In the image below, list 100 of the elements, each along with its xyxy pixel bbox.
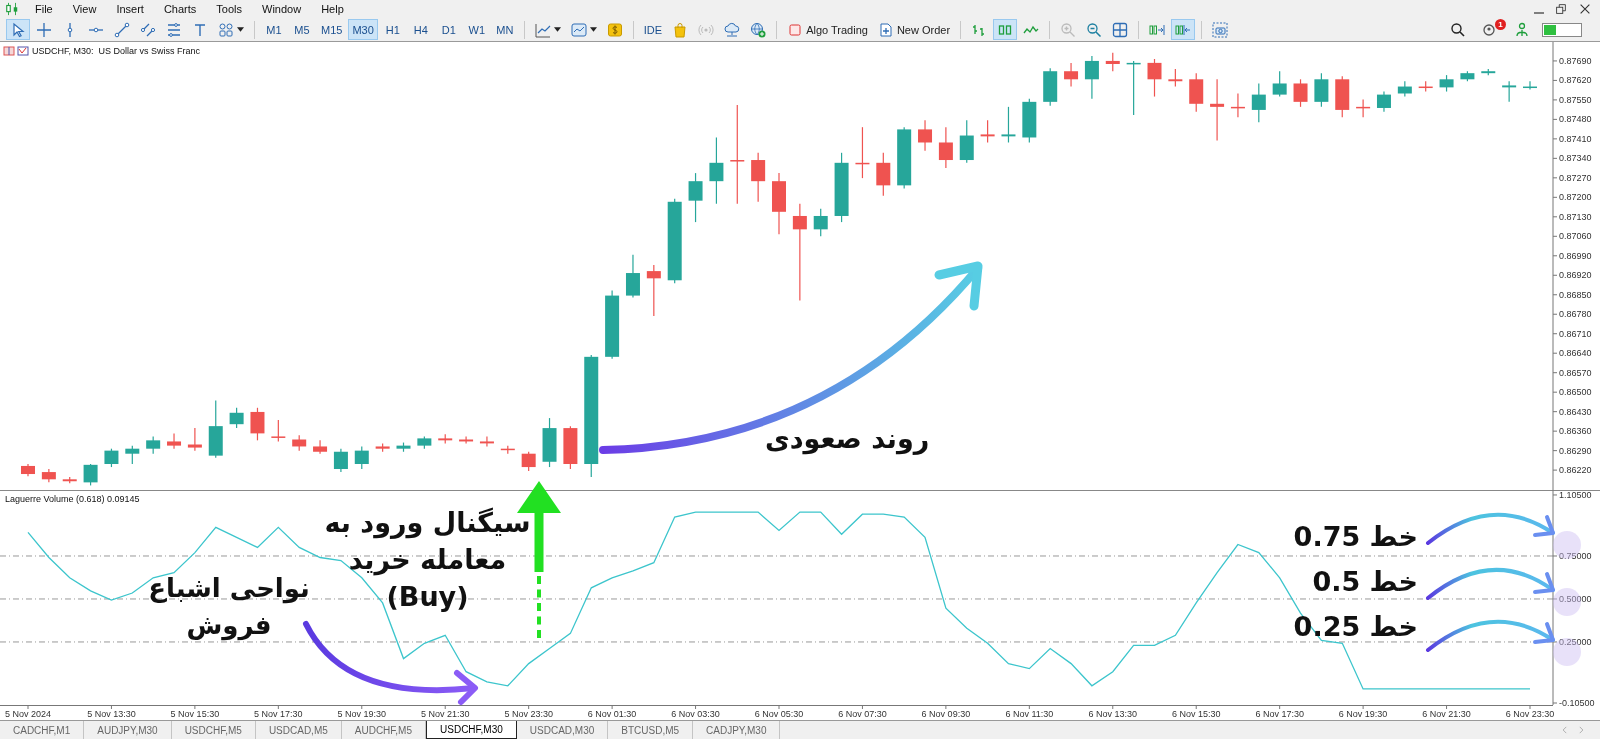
axis-label: 0.50000 (1559, 594, 1592, 604)
axis-label: 5 Nov 2024 (5, 709, 51, 719)
axis-label: 5 Nov 19:30 (337, 709, 387, 719)
timeframe-button[interactable]: W1 (463, 19, 490, 40)
axis-label: 0.87060 (1559, 231, 1592, 242)
menu-item[interactable]: Insert (106, 3, 154, 15)
cursor-icon (10, 21, 26, 38)
axis-label: 5 Nov 23:30 (504, 709, 553, 719)
axis-label: 6 Nov 01:30 (587, 709, 637, 719)
new-order-button[interactable]: New Order (873, 19, 955, 40)
candle (21, 463, 35, 477)
candle (855, 126, 870, 179)
connection-meter-icon (1542, 22, 1582, 37)
channel-icon (140, 21, 156, 38)
axis-label: 0.87480 (1559, 114, 1592, 125)
candle (1189, 72, 1204, 113)
candle (438, 433, 453, 444)
candle (146, 435, 161, 455)
menu-item[interactable]: Help (311, 3, 354, 15)
document-plus-icon (877, 21, 894, 38)
coin-icon (606, 21, 623, 38)
candle (688, 172, 703, 223)
axis-label: 6 Nov 23:30 (1505, 709, 1555, 719)
candle (125, 445, 140, 465)
menu-item[interactable]: Charts (153, 3, 207, 15)
zoom-out-icon (1086, 21, 1103, 38)
axis-label: 6 Nov 05:30 (754, 709, 804, 719)
candle (1210, 78, 1225, 142)
candle (938, 126, 953, 169)
account-icon (1514, 21, 1530, 38)
chart-tab[interactable]: USDCHF,M30 (426, 721, 517, 739)
timeframe-button[interactable]: H4 (407, 19, 434, 40)
candle (1230, 92, 1245, 118)
cloud-icon (724, 21, 741, 38)
axis-label: 5 Nov 13:30 (87, 709, 136, 719)
candle (1439, 74, 1454, 93)
axis-label: 6 Nov 15:30 (1171, 709, 1221, 719)
candle (772, 172, 786, 235)
chart-icon (17, 46, 29, 56)
candle (375, 442, 390, 453)
candle (959, 119, 974, 164)
cursor-button[interactable] (6, 19, 30, 40)
menu-item[interactable]: View (62, 3, 107, 15)
candle (1523, 80, 1537, 91)
stop-square-icon (787, 21, 804, 38)
menu-item[interactable]: Tools (206, 3, 252, 15)
candle (62, 476, 77, 484)
candle (1022, 98, 1037, 144)
chart-shift-button[interactable] (1171, 19, 1196, 40)
candle (1064, 62, 1079, 88)
timeframe-button[interactable]: MN (491, 19, 518, 40)
candle (1105, 52, 1120, 72)
candle (521, 451, 536, 472)
menu-item[interactable]: File (25, 3, 63, 15)
menu-item[interactable]: Window (252, 3, 312, 15)
ide-button[interactable]: IDE (639, 19, 667, 40)
candlestick-button[interactable] (993, 19, 1018, 40)
axis-label: 6 Nov 21:30 (1422, 709, 1471, 719)
caret-icon (553, 27, 561, 32)
timeframe-button[interactable]: D1 (435, 19, 462, 40)
axis-label: 0.87270 (1559, 172, 1592, 183)
candle (542, 417, 557, 468)
candle (751, 152, 766, 203)
timeframe-button[interactable]: H1 (379, 19, 406, 40)
candle (1418, 80, 1433, 93)
axis-label: 6 Nov 11:30 (1005, 709, 1054, 719)
axis-label: 0.86710 (1559, 328, 1592, 339)
candle (1126, 60, 1141, 116)
axis-label: 0.86430 (1559, 406, 1592, 417)
axis-label: 0.87410 (1559, 133, 1592, 144)
indicators-icon (534, 21, 551, 38)
text-tool-icon (192, 21, 208, 38)
algo-trading-button[interactable]: Algo Trading (783, 19, 872, 40)
restore-icon (1554, 2, 1568, 16)
timeframe-button[interactable]: M5 (289, 19, 315, 40)
axis-label: 0.86360 (1559, 426, 1592, 437)
axis-label: 0.87690 (1559, 55, 1592, 66)
timeframe-button[interactable]: M30 (348, 19, 378, 40)
candle (1460, 70, 1475, 82)
candle (459, 435, 474, 444)
close-icon (1578, 2, 1592, 16)
grid-icon (1112, 21, 1129, 38)
candle (1272, 70, 1287, 98)
candle (167, 432, 182, 450)
axis-label: 0.87620 (1559, 75, 1592, 86)
candle (41, 468, 56, 483)
candle (1335, 75, 1350, 118)
scroll-right-icon (1576, 725, 1586, 735)
candle (813, 208, 828, 237)
axis-label: 1.10500 (1559, 491, 1592, 500)
timeframe-button[interactable]: M1 (261, 19, 287, 40)
message-icon (1482, 21, 1498, 38)
scroll-left-icon (1560, 725, 1570, 735)
axis-label: 5 Nov 21:30 (420, 709, 470, 719)
candle (834, 152, 849, 223)
timeframe-button[interactable]: M15 (317, 19, 347, 40)
candle (897, 126, 912, 189)
axis-label: 5 Nov 15:30 (170, 709, 220, 719)
candle (918, 119, 933, 152)
candle (1314, 72, 1329, 108)
